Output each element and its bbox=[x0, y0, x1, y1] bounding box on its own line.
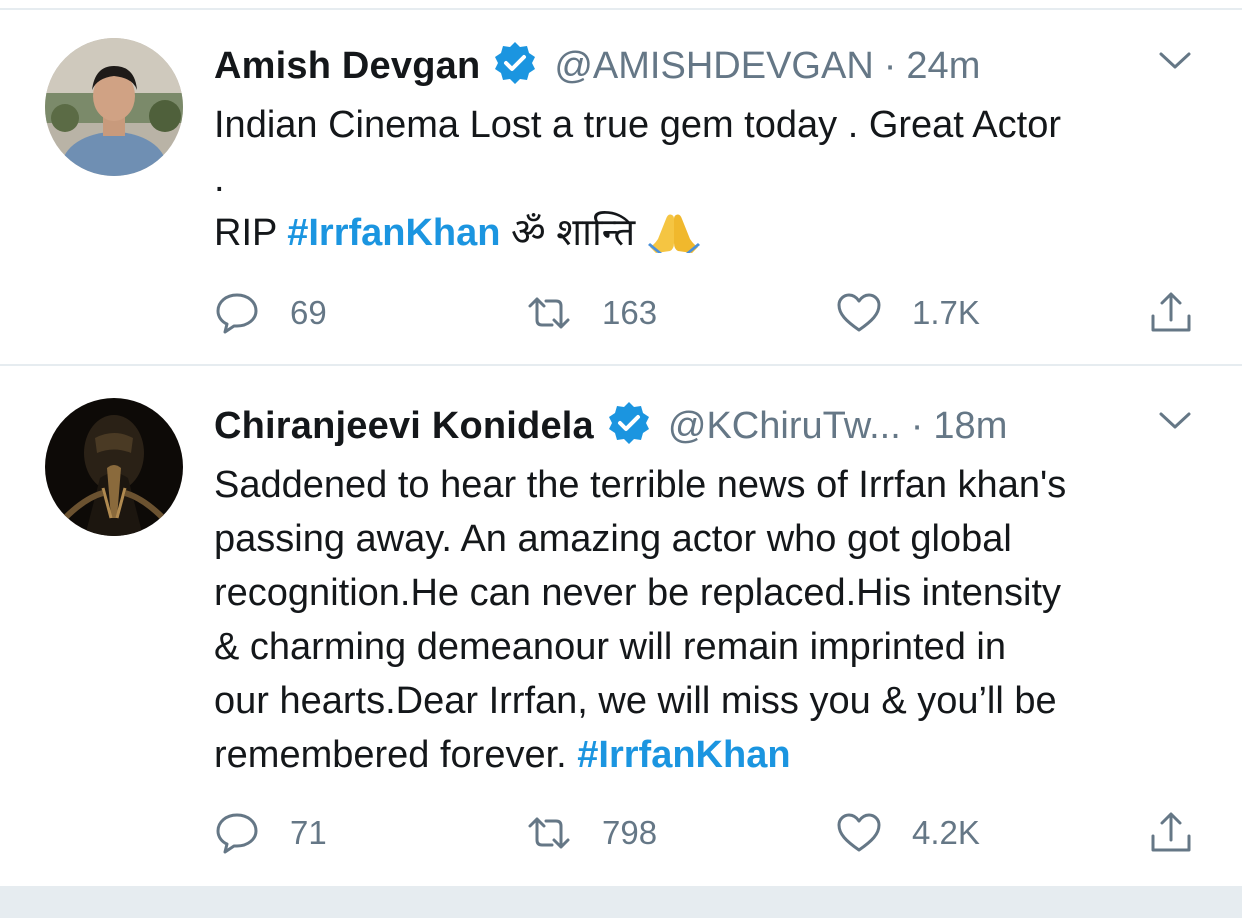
tweet-text-prefix: RIP bbox=[214, 212, 288, 254]
tweet-text-line1: Indian Cinema Lost a true gem today . Gr… bbox=[214, 104, 1062, 146]
share-button[interactable] bbox=[1148, 808, 1194, 858]
top-divider bbox=[0, 0, 1242, 10]
reply-count: 69 bbox=[290, 294, 327, 331]
share-button[interactable] bbox=[1148, 288, 1194, 338]
like-button[interactable]: 1.7K bbox=[836, 288, 980, 338]
separator: · bbox=[910, 405, 924, 447]
tweet-time[interactable]: 18m bbox=[933, 405, 1007, 447]
tweet-time[interactable]: 24m bbox=[906, 45, 980, 87]
hashtag-link[interactable]: #IrrfanKhan bbox=[287, 212, 500, 254]
chevron-down-icon[interactable] bbox=[1158, 410, 1192, 432]
chevron-down-icon[interactable] bbox=[1158, 50, 1192, 72]
verified-badge-icon bbox=[606, 400, 652, 446]
tweet-text: Saddened to hear the terrible news of Ir… bbox=[214, 458, 1214, 782]
author-name[interactable]: Chiranjeevi Konidela bbox=[214, 405, 594, 447]
reply-button[interactable]: 69 bbox=[214, 288, 327, 338]
verified-badge-icon bbox=[492, 40, 538, 86]
avatar[interactable] bbox=[45, 38, 183, 176]
tweet-text-suffix: ॐ शान्ति bbox=[500, 212, 646, 254]
separator: · bbox=[883, 45, 897, 87]
tweet-header: Amish Devgan @AMISHDEVGAN · 24m bbox=[214, 40, 1202, 90]
retweet-icon bbox=[528, 817, 570, 849]
share-icon bbox=[1151, 292, 1191, 332]
reply-icon bbox=[216, 813, 258, 854]
reply-icon bbox=[216, 293, 258, 334]
author-name[interactable]: Amish Devgan bbox=[214, 45, 480, 87]
retweet-icon bbox=[528, 297, 570, 329]
retweet-count: 163 bbox=[602, 294, 658, 331]
tweet-text-body: Saddened to hear the terrible news of Ir… bbox=[214, 464, 1067, 776]
heart-icon bbox=[837, 293, 881, 332]
feed-bottom-separator bbox=[0, 886, 1242, 918]
hashtag-link[interactable]: #IrrfanKhan bbox=[577, 734, 790, 776]
retweet-button[interactable]: 798 bbox=[526, 808, 657, 858]
retweet-button[interactable]: 163 bbox=[526, 288, 657, 338]
reply-button[interactable]: 71 bbox=[214, 808, 327, 858]
tweet-text-line2: . bbox=[214, 158, 225, 200]
tweet-actions: 69 163 1.7K bbox=[214, 288, 1204, 338]
tweet-amish-devgan[interactable]: Amish Devgan @AMISHDEVGAN · 24m Indian Cine… bbox=[0, 12, 1242, 366]
folded-hands-icon bbox=[646, 209, 702, 253]
author-handle[interactable]: @KChiruTw... bbox=[668, 405, 901, 447]
tweet-chiranjeevi-konidela[interactable]: Chiranjeevi Konidela @KChiruTw... · 18m Sad… bbox=[0, 370, 1242, 886]
reply-count: 71 bbox=[290, 814, 327, 851]
like-count: 4.2K bbox=[912, 814, 980, 851]
retweet-count: 798 bbox=[602, 814, 658, 851]
like-button[interactable]: 4.2K bbox=[836, 808, 980, 858]
heart-icon bbox=[837, 813, 881, 852]
tweet-actions: 71 798 4.2K bbox=[214, 808, 1204, 858]
like-count: 1.7K bbox=[912, 294, 980, 331]
tweet-header: Chiranjeevi Konidela @KChiruTw... · 18m bbox=[214, 400, 1202, 450]
avatar[interactable] bbox=[45, 398, 183, 536]
share-icon bbox=[1151, 812, 1191, 852]
author-handle[interactable]: @AMISHDEVGAN bbox=[554, 45, 873, 87]
tweet-text: Indian Cinema Lost a true gem today . Gr… bbox=[214, 98, 1214, 260]
